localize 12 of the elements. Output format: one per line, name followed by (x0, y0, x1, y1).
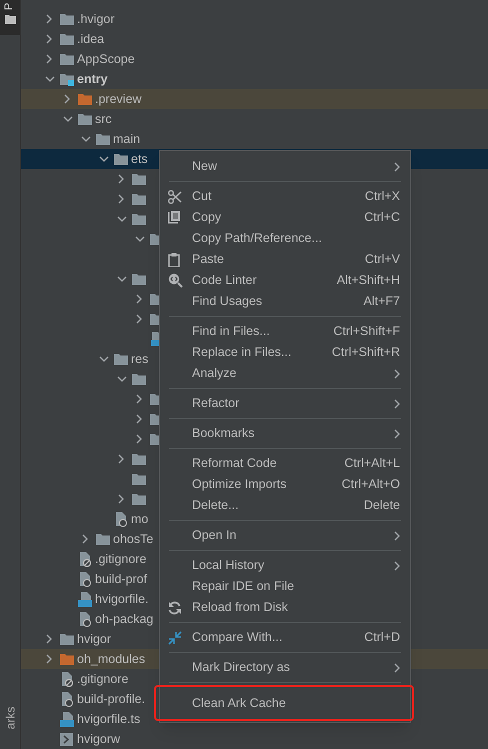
shortcut-label: Ctrl+Alt+O (342, 476, 400, 494)
shortcut-label: Ctrl+V (364, 251, 400, 268)
shortcut-label: Ctrl+X (364, 188, 400, 206)
shortcut-label: Ctrl+C (364, 209, 400, 226)
shortcut-label: Ctrl+Alt+L (344, 455, 400, 472)
shortcut-label: Ctrl+Shift+R (332, 344, 400, 362)
shortcut-label: Ctrl+Shift+F (333, 323, 400, 340)
tab-label: P (4, 2, 16, 10)
shortcut-label: Ctrl+D (364, 629, 400, 646)
shortcut-label: Delete (364, 497, 400, 514)
shortcut-label: Alt+Shift+H (336, 272, 400, 290)
shortcut-label: Alt+F7 (364, 293, 400, 310)
